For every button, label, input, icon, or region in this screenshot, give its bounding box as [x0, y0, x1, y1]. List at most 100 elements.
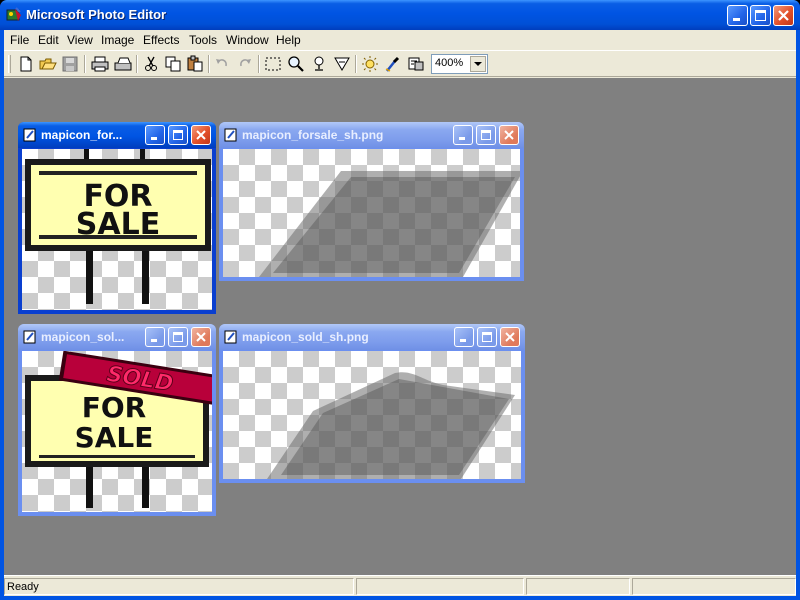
transparency-button[interactable]: [332, 55, 352, 73]
document-close-button[interactable]: [191, 125, 211, 145]
menu-window[interactable]: Window: [226, 33, 269, 47]
paste-button[interactable]: [185, 55, 205, 73]
forsale-shadow-image: [259, 171, 520, 277]
app-titlebar[interactable]: Microsoft Photo Editor: [0, 0, 800, 30]
new-button[interactable]: [16, 55, 36, 73]
save-button[interactable]: [60, 55, 80, 73]
document-title: mapicon_sold_sh.png: [242, 330, 369, 344]
photo-editor-icon: [6, 7, 21, 21]
document-titlebar[interactable]: mapicon_sol...: [18, 324, 216, 350]
document-title: mapicon_forsale_sh.png: [242, 128, 384, 142]
zoom-value: 400%: [435, 57, 464, 69]
app-title: Microsoft Photo Editor: [26, 7, 167, 22]
document-maximize-button[interactable]: [168, 125, 188, 145]
close-button[interactable]: [773, 5, 794, 26]
copy-button[interactable]: [163, 55, 183, 73]
toolbar-separator: [84, 55, 86, 73]
zoom-dropdown[interactable]: 400%: [431, 54, 488, 74]
new-icon: [20, 56, 32, 72]
menu-view[interactable]: View: [67, 33, 93, 47]
document-icon: [224, 128, 237, 142]
eyedropper-icon: [385, 56, 400, 72]
app-client-area: File Edit View Image Effects Tools Windo…: [4, 30, 796, 596]
maximize-icon: [482, 332, 492, 342]
menu-file[interactable]: File: [10, 33, 29, 47]
document-minimize-button[interactable]: [145, 327, 165, 347]
redo-button[interactable]: [235, 55, 255, 73]
menu-tools[interactable]: Tools: [189, 33, 217, 47]
paste-icon: [187, 55, 203, 72]
menu-edit[interactable]: Edit: [38, 33, 59, 47]
menu-image[interactable]: Image: [101, 33, 134, 47]
open-button[interactable]: [38, 55, 58, 73]
photo-editor-window: Microsoft Photo Editor File Edit View Im…: [0, 0, 800, 600]
close-icon: [778, 10, 789, 21]
print-button[interactable]: [90, 55, 110, 73]
document-minimize-button[interactable]: [453, 125, 473, 145]
image-canvas[interactable]: [223, 149, 520, 277]
document-icon: [224, 330, 237, 344]
minimize-icon: [733, 18, 740, 21]
zoom-icon: [288, 56, 304, 72]
smudge-button[interactable]: [309, 55, 329, 73]
document-titlebar[interactable]: mapicon_for...: [18, 122, 216, 148]
sold-sign-image: FOR SALE SOLD: [25, 351, 212, 508]
image-canvas[interactable]: FOR SALE: [22, 149, 212, 310]
save-icon: [62, 56, 78, 72]
forsale-sign-image: FOR SALE: [25, 149, 211, 304]
status-panel: [526, 578, 630, 595]
minimize-button[interactable]: [727, 5, 748, 26]
transparency-icon: [334, 57, 350, 71]
scan-icon: [114, 57, 132, 71]
undo-icon: [216, 59, 227, 67]
document-maximize-button[interactable]: [476, 125, 496, 145]
minimize-icon: [459, 137, 465, 140]
properties-icon: [408, 57, 424, 71]
status-panel: [356, 578, 524, 595]
toolbar-grip[interactable]: [8, 55, 11, 73]
menu-help[interactable]: Help: [276, 33, 301, 47]
brightness-button[interactable]: [360, 55, 380, 73]
document-window-sold-shadow[interactable]: mapicon_sold_sh.png: [219, 324, 525, 483]
zoom-dropdown-button[interactable]: [470, 56, 486, 72]
status-panel: [632, 578, 796, 595]
document-titlebar[interactable]: mapicon_forsale_sh.png: [219, 122, 524, 148]
document-window-forsale[interactable]: mapicon_for... FOR SALE: [18, 122, 216, 314]
minimize-icon: [151, 137, 157, 140]
toolbar-separator: [208, 55, 210, 73]
document-close-button[interactable]: [191, 327, 211, 347]
undo-button[interactable]: [212, 55, 232, 73]
select-icon: [265, 57, 281, 71]
document-maximize-button[interactable]: [477, 327, 497, 347]
close-icon: [505, 332, 515, 342]
maximize-icon: [755, 10, 766, 21]
cut-button[interactable]: [141, 55, 161, 73]
document-titlebar[interactable]: mapicon_sold_sh.png: [219, 324, 525, 350]
document-maximize-button[interactable]: [168, 327, 188, 347]
image-canvas[interactable]: FOR SALE SOLD: [22, 351, 212, 512]
document-close-button[interactable]: [500, 327, 520, 347]
zoom-button[interactable]: [286, 55, 306, 73]
minimize-icon: [460, 339, 466, 342]
scan-button[interactable]: [113, 55, 133, 73]
document-minimize-button[interactable]: [145, 125, 165, 145]
document-window-forsale-shadow[interactable]: mapicon_forsale_sh.png: [219, 122, 524, 281]
document-icon: [23, 128, 36, 142]
maximize-button[interactable]: [750, 5, 771, 26]
toolbar-separator: [355, 55, 357, 73]
menu-effects[interactable]: Effects: [143, 33, 179, 47]
maximize-icon: [173, 332, 183, 342]
properties-button[interactable]: [406, 55, 426, 73]
document-minimize-button[interactable]: [454, 327, 474, 347]
document-window-sold[interactable]: mapicon_sol... FOR SALE SOLD: [18, 324, 216, 516]
image-canvas[interactable]: [223, 351, 521, 479]
maximize-icon: [481, 130, 491, 140]
menu-bar: File Edit View Image Effects Tools Windo…: [4, 30, 796, 49]
sold-shadow-image: [267, 372, 515, 479]
document-close-button[interactable]: [499, 125, 519, 145]
mdi-workspace: mapicon_for... FOR SALE mapicon_forsale_…: [4, 78, 796, 575]
smudge-icon: [314, 56, 324, 71]
eyedropper-button[interactable]: [383, 55, 403, 73]
select-button[interactable]: [263, 55, 283, 73]
minimize-icon: [151, 339, 157, 342]
